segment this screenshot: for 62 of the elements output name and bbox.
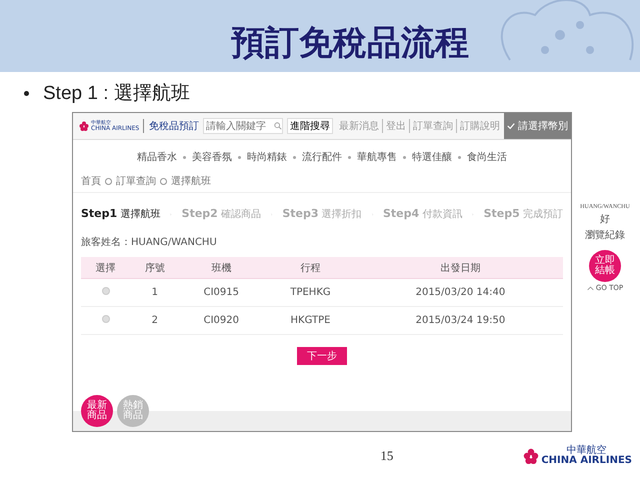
chevron-up-icon — [586, 286, 594, 290]
top-link[interactable]: 最新消息 — [339, 119, 379, 133]
bullet-text: Step 1 : 選擇航班 — [43, 82, 190, 106]
column-header: 序號 — [130, 257, 180, 278]
passenger-name: 旅客姓名：HUANG/WANCHU — [80, 236, 218, 250]
breadcrumb-separator-icon — [105, 178, 112, 184]
nav-link[interactable]: 精品香水 — [137, 150, 177, 164]
radio-button[interactable] — [102, 315, 110, 323]
step-label: Step1 選擇航班 — [81, 207, 160, 221]
separator-dot — [348, 156, 351, 158]
nav-link[interactable]: 美容香氛 — [192, 150, 232, 164]
column-header: 班機 — [179, 257, 264, 278]
logo-english-text: CHINA AIRLINES — [541, 456, 632, 466]
table-cell: CI0920 — [179, 306, 264, 334]
next-button[interactable]: 下一步 — [297, 347, 347, 365]
top-link[interactable]: 訂購說明 — [456, 119, 500, 133]
top-link[interactable]: 登出 — [382, 119, 406, 133]
logo-chinese-text: 中華航空 — [566, 446, 607, 456]
section-title: 免稅品預訂 — [143, 119, 200, 133]
advanced-search-button[interactable]: 進階搜尋 — [287, 118, 334, 134]
breadcrumb-link[interactable]: 選擇航班 — [171, 174, 211, 188]
separator-dot — [238, 156, 241, 158]
table-cell: 2015/03/20 14:40 — [358, 278, 563, 306]
step-label: Step3 選擇折扣 — [282, 207, 362, 221]
table-cell: 2015/03/24 19:50 — [358, 306, 563, 334]
step-label: Step5 完成預訂 — [484, 207, 563, 221]
column-header: 行程 — [263, 257, 358, 278]
table-cell: HKGTPE — [263, 306, 358, 334]
table-cell: CI0915 — [179, 278, 264, 306]
nav-link[interactable]: 華航專售 — [357, 150, 397, 164]
table-cell: TPEHKG — [263, 278, 358, 306]
breadcrumb-separator-icon — [160, 178, 167, 184]
column-header: 選擇 — [81, 257, 130, 278]
breadcrumb-link[interactable]: 首頁 — [81, 174, 101, 188]
search-icon — [274, 122, 282, 130]
page-number: 15 — [380, 448, 394, 464]
slide-title: 預訂免稅品流程 — [231, 22, 469, 65]
separator-dot — [183, 156, 186, 158]
separator-dot — [293, 156, 296, 158]
separator-dot — [403, 156, 406, 158]
nav-link[interactable]: 流行配件 — [302, 150, 342, 164]
currency-button[interactable]: 請選擇幣別 — [504, 113, 571, 139]
radio-button[interactable] — [102, 287, 110, 295]
greeting-text: 好 — [600, 213, 610, 226]
nav-link[interactable]: 時尚精錶 — [247, 150, 287, 164]
step-label: Step2 確認商品 — [182, 207, 262, 221]
nav-link[interactable]: 食尚生活 — [467, 150, 507, 164]
column-header: 出發日期 — [358, 257, 563, 278]
bullet-icon — [24, 90, 29, 96]
nav-link[interactable]: 特選佳釀 — [412, 150, 452, 164]
category-button[interactable]: 最新商品 — [81, 395, 113, 427]
checkout-button[interactable]: 立即結帳 — [589, 250, 621, 282]
history-link[interactable]: 瀏覽紀錄 — [585, 228, 625, 242]
separator-dot — [458, 156, 461, 158]
plum-blossom-icon — [79, 121, 89, 131]
check-icon — [507, 122, 515, 130]
top-link[interactable]: 訂單查詢 — [409, 119, 453, 133]
table-cell: 1 — [130, 278, 180, 306]
plum-blossom-icon — [523, 448, 540, 464]
breadcrumb-link[interactable]: 訂單查詢 — [116, 174, 156, 188]
table-cell: 2 — [130, 306, 180, 334]
step-label: Step4 付款資訊 — [382, 207, 462, 221]
